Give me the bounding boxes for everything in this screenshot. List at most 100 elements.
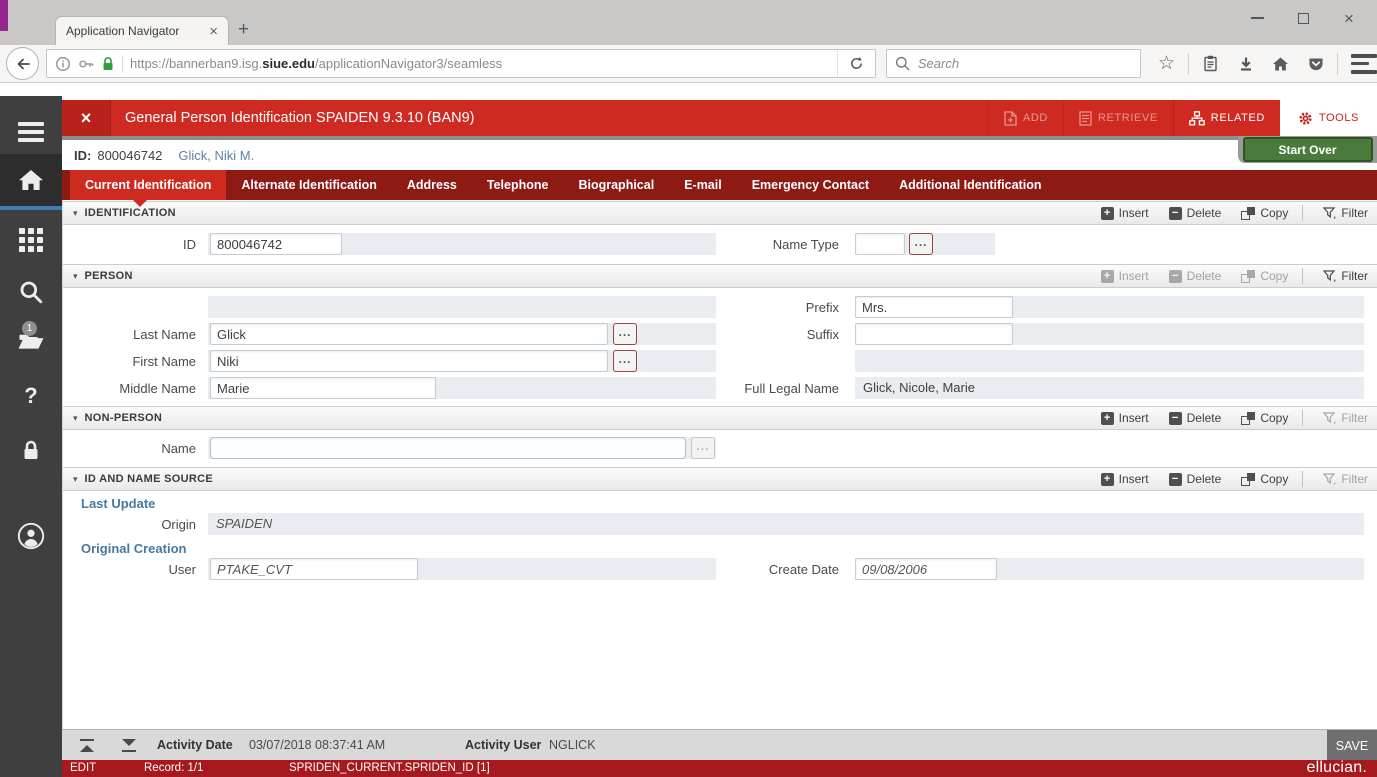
delete-button[interactable]: −Delete (1169, 269, 1222, 283)
collapse-caret-icon[interactable]: ▾ (73, 271, 78, 282)
back-button[interactable] (6, 47, 39, 80)
lock-icon (19, 438, 43, 462)
related-button[interactable]: RELATED (1173, 100, 1280, 136)
delete-label: Delete (1187, 472, 1222, 486)
grid-icon (19, 228, 43, 252)
tab-alternate-identification[interactable]: Alternate Identification (226, 170, 391, 200)
suffix-input[interactable] (855, 323, 1013, 345)
copy-button[interactable]: Copy (1241, 411, 1288, 425)
insert-button[interactable]: +Insert (1101, 472, 1149, 486)
page-info-icon[interactable] (55, 56, 71, 72)
copy-button[interactable]: Copy (1241, 472, 1288, 486)
collapse-caret-icon[interactable]: ▾ (73, 413, 78, 424)
save-button[interactable]: SAVE (1327, 730, 1377, 761)
tab-close-icon[interactable]: × (209, 23, 218, 40)
user-input[interactable] (210, 558, 418, 580)
last-name-lookup-button[interactable]: ... (613, 323, 637, 345)
tab-address[interactable]: Address (392, 170, 472, 200)
delete-button[interactable]: −Delete (1169, 206, 1222, 220)
insert-button[interactable]: +Insert (1101, 269, 1149, 283)
name-type-lookup-button[interactable]: ... (909, 233, 933, 255)
menu-icon (18, 130, 44, 134)
non-person-lookup-button[interactable]: ... (691, 437, 715, 459)
permissions-key-icon[interactable] (78, 56, 94, 72)
id-input[interactable] (210, 233, 342, 255)
start-over-container: Start Over (1238, 136, 1377, 163)
first-name-lookup-button[interactable]: ... (613, 350, 637, 372)
tab-additional-identification[interactable]: Additional Identification (884, 170, 1056, 200)
new-tab-button[interactable]: + (238, 19, 249, 41)
home-button[interactable] (1263, 49, 1298, 79)
window-maximize-button[interactable] (1287, 5, 1319, 31)
name-type-label: Name Type (639, 237, 839, 252)
insert-button[interactable]: +Insert (1101, 206, 1149, 220)
filter-button[interactable]: Filter (1323, 269, 1368, 283)
tab-emergency-contact[interactable]: Emergency Contact (737, 170, 884, 200)
form-tab-bar: Current Identification Alternate Identif… (62, 170, 1377, 200)
filter-button[interactable]: Filter (1323, 206, 1368, 220)
window-minimize-button[interactable] (1241, 5, 1273, 31)
secure-lock-icon[interactable] (101, 56, 115, 72)
copy-button[interactable]: Copy (1241, 269, 1288, 283)
create-date-input[interactable] (855, 558, 997, 580)
middle-name-input[interactable] (210, 377, 436, 399)
tools-button[interactable]: TOOLS (1280, 100, 1377, 136)
last-name-input[interactable] (210, 323, 608, 345)
tab-current-identification[interactable]: Current Identification (70, 170, 226, 200)
sidebar-profile-button[interactable] (0, 516, 62, 556)
sidebar-recently-opened-button[interactable]: 1 (0, 322, 62, 362)
delete-label: Delete (1187, 411, 1222, 425)
sidebar-search-button[interactable] (0, 272, 62, 312)
start-over-button[interactable]: Start Over (1243, 137, 1373, 162)
tab-telephone[interactable]: Telephone (472, 170, 564, 200)
insert-button[interactable]: +Insert (1101, 411, 1149, 425)
copy-icon (1241, 207, 1255, 220)
id-field-label: ID (63, 237, 196, 252)
minimize-icon (1251, 17, 1264, 19)
bookmark-star-button[interactable]: ☆ (1149, 49, 1184, 79)
add-document-icon (1004, 111, 1017, 126)
sidebar-signout-button[interactable] (0, 430, 62, 470)
sidebar-applications-button[interactable] (0, 220, 62, 260)
delete-button[interactable]: −Delete (1169, 411, 1222, 425)
add-button[interactable]: ADD (988, 100, 1063, 136)
prefix-input[interactable] (855, 296, 1013, 318)
search-input[interactable] (916, 55, 1132, 72)
url-text[interactable]: https://bannerban9.isg.siue.edu/applicat… (130, 56, 830, 71)
status-bar: EDIT Record: 1/1 SPRIDEN_CURRENT.SPRIDEN… (62, 760, 1377, 777)
sidebar-home-button[interactable] (0, 154, 62, 210)
reload-button[interactable] (837, 50, 875, 77)
collapse-caret-icon[interactable]: ▾ (73, 208, 78, 219)
go-to-bottom-button[interactable] (112, 735, 146, 756)
tab-email[interactable]: E-mail (669, 170, 737, 200)
reload-icon (849, 56, 864, 71)
search-bar[interactable] (886, 49, 1141, 78)
go-to-top-button[interactable] (70, 735, 104, 756)
filter-button[interactable]: Filter (1323, 472, 1368, 486)
section-non-person-header[interactable]: ▾ NON-PERSON +Insert −Delete Copy Filter (63, 406, 1377, 430)
tab-biographical[interactable]: Biographical (563, 170, 669, 200)
filter-button[interactable]: Filter (1323, 411, 1368, 425)
browser-tab[interactable]: Application Navigator × (55, 16, 229, 45)
sidebar-menu-button[interactable] (0, 112, 62, 152)
sidebar-help-button[interactable]: ? (0, 376, 62, 416)
close-form-button[interactable]: × (62, 100, 111, 136)
first-name-input[interactable] (210, 350, 608, 372)
window-close-button[interactable]: × (1333, 5, 1365, 31)
section-identification-header[interactable]: ▾ IDENTIFICATION +Insert −Delete Copy Fi… (63, 201, 1377, 225)
activity-date-label: Activity Date (157, 730, 233, 761)
copy-button[interactable]: Copy (1241, 206, 1288, 220)
non-person-name-input[interactable] (210, 437, 686, 459)
app-sidebar: 1 ? (0, 96, 62, 777)
retrieve-button[interactable]: RETRIEVE (1063, 100, 1173, 136)
section-id-name-source-header[interactable]: ▾ ID AND NAME SOURCE +Insert −Delete Cop… (63, 467, 1377, 491)
url-bar[interactable]: https://bannerban9.isg.siue.edu/applicat… (46, 49, 876, 78)
collapse-caret-icon[interactable]: ▾ (73, 474, 78, 485)
name-type-input[interactable] (855, 233, 905, 255)
pocket-button[interactable] (1298, 49, 1333, 79)
section-person-header[interactable]: ▾ PERSON +Insert −Delete Copy Filter (63, 264, 1377, 288)
downloads-button[interactable] (1228, 49, 1263, 79)
browser-menu-button[interactable] (1342, 49, 1377, 79)
delete-button[interactable]: −Delete (1169, 472, 1222, 486)
bookmarks-menu-button[interactable] (1193, 49, 1228, 79)
